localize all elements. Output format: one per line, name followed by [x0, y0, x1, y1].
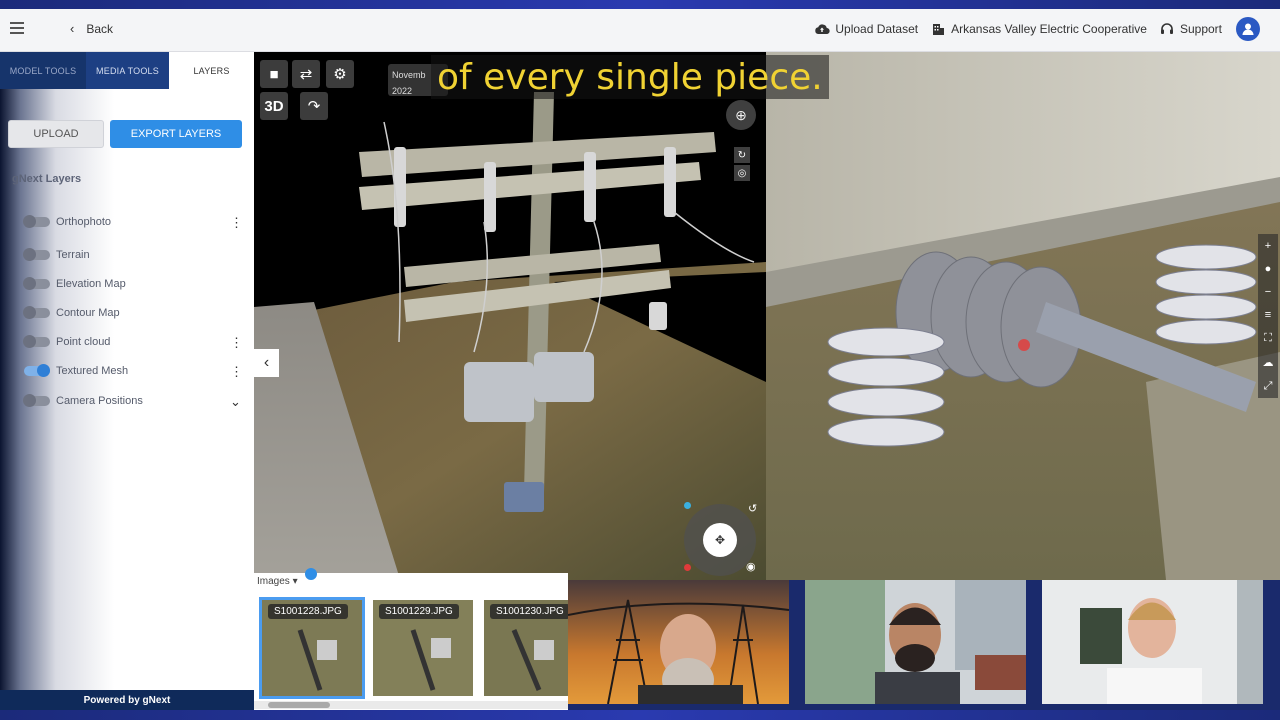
images-strip: Images ▾ S1001228.JPG S1001229.JPG S1001…: [254, 568, 584, 710]
video-participant-2: [805, 580, 1026, 704]
more-vertical-icon[interactable]: ⋮: [230, 365, 243, 378]
filter-badge-icon[interactable]: [305, 568, 317, 580]
eye-icon[interactable]: ◉: [746, 560, 756, 573]
window-frame-bottom: [0, 710, 1280, 720]
back-label: Back: [86, 21, 114, 36]
thumbnail-scrollbar[interactable]: [254, 701, 568, 709]
upload-dataset-button[interactable]: Upload Dataset: [814, 21, 918, 37]
fullscreen-icon[interactable]: ⛶: [1264, 332, 1272, 345]
collapse-sidebar-button[interactable]: ‹: [254, 349, 279, 377]
export-layers-button[interactable]: EXPORT LAYERS: [110, 120, 242, 148]
layer-toggle[interactable]: [23, 335, 50, 348]
image-toolbar: + ● − ≡ ⛶ ☁ ⤢: [1258, 234, 1278, 398]
circle-icon[interactable]: ●: [1265, 263, 1272, 275]
layer-label: Textured Mesh: [56, 365, 129, 377]
cloud-icon[interactable]: ☁: [1263, 356, 1274, 369]
redo-arrow-icon[interactable]: ↷: [300, 92, 328, 120]
video-caption: of every single piece.: [431, 55, 829, 99]
upload-dataset-label: Upload Dataset: [835, 22, 919, 36]
layer-camera-positions: Camera Positions ⌄: [23, 392, 241, 410]
more-vertical-icon[interactable]: ⋮: [230, 336, 243, 349]
cloud-upload-icon: [814, 21, 831, 37]
images-dropdown-label: Images: [257, 576, 290, 587]
support-button[interactable]: Support: [1159, 21, 1222, 37]
thumbnail-filename: S1001230.JPG: [490, 604, 570, 619]
tab-media-tools[interactable]: MEDIA TOOLS: [86, 52, 169, 89]
zoom-in-icon[interactable]: +: [1265, 240, 1271, 252]
thumbnail-filename: S1001228.JPG: [268, 604, 348, 619]
3d-mode-toggle[interactable]: 3D: [260, 92, 288, 120]
layers-sidebar: MODEL TOOLS MEDIA TOOLS LAYERS UPLOAD EX…: [0, 52, 254, 710]
chevron-left-icon: ‹: [70, 21, 75, 36]
zoom-out-icon[interactable]: −: [1265, 286, 1271, 298]
reset-view-icon[interactable]: ◎: [734, 165, 750, 181]
back-button[interactable]: ‹ Back: [70, 21, 113, 36]
layer-toggle[interactable]: [23, 248, 50, 261]
top-bar: ‹ Back Upload Dataset Arkansas Valley El…: [0, 9, 1280, 52]
layer-toggle[interactable]: [23, 277, 50, 290]
tab-layers[interactable]: LAYERS: [169, 52, 254, 89]
sidebar-tabs: MODEL TOOLS MEDIA TOOLS LAYERS: [0, 52, 254, 89]
video-participant-1: [568, 580, 789, 704]
video-participant-3: [1042, 580, 1263, 704]
upload-button[interactable]: UPLOAD: [8, 120, 104, 148]
layers-heading: gNext Layers: [12, 173, 82, 185]
layer-orthophoto: Orthophoto ⋮: [23, 213, 243, 231]
layer-contour-map: Contour Map: [23, 304, 240, 322]
window-frame-top: [0, 0, 1280, 9]
swap-arrows-icon[interactable]: ⇄: [292, 60, 320, 88]
participant-video-feed: [1042, 580, 1263, 704]
caret-down-icon: ▾: [292, 576, 298, 587]
rotate-icon[interactable]: ↻: [734, 147, 750, 163]
sliders-icon[interactable]: ≡: [1265, 309, 1271, 321]
dot-marker-icon: [684, 564, 691, 571]
organization-selector[interactable]: Arkansas Valley Electric Cooperative: [930, 21, 1147, 37]
layer-label: Elevation Map: [56, 278, 126, 290]
layer-elevation-map: Elevation Map: [23, 275, 240, 293]
user-avatar-icon[interactable]: [1236, 17, 1260, 41]
undo-icon[interactable]: ↺: [748, 502, 757, 515]
layer-toggle[interactable]: [24, 364, 50, 377]
building-icon: [930, 21, 946, 37]
image-thumbnail[interactable]: S1001228.JPG: [259, 597, 365, 699]
more-vertical-icon[interactable]: ⋮: [230, 216, 243, 229]
support-label: Support: [1179, 22, 1222, 36]
pole-photo: [766, 52, 1280, 580]
layer-label: Orthophoto: [56, 216, 112, 228]
layer-toggle[interactable]: [23, 306, 50, 319]
layer-toggle[interactable]: [23, 215, 50, 228]
gear-icon[interactable]: ⚙: [326, 60, 354, 88]
layer-label: Point cloud: [56, 336, 111, 348]
chevron-down-icon[interactable]: ⌄: [230, 395, 241, 408]
layer-label: Terrain: [56, 249, 90, 261]
organization-name: Arkansas Valley Electric Cooperative: [951, 22, 1147, 36]
square-select-icon[interactable]: ■: [260, 60, 288, 88]
powered-by-footer: Powered by gNext: [0, 690, 254, 710]
selected-image-viewer[interactable]: [766, 52, 1280, 580]
tab-model-tools[interactable]: MODEL TOOLS: [0, 52, 86, 89]
headset-icon: [1159, 21, 1175, 37]
layer-terrain: Terrain: [23, 246, 240, 264]
participant-video-feed: [568, 580, 789, 704]
thumbnail-filename: S1001229.JPG: [379, 604, 459, 619]
chevron-left-icon: ‹: [263, 354, 270, 371]
menu-icon[interactable]: [10, 22, 24, 34]
image-thumbnail[interactable]: S1001229.JPG: [370, 597, 476, 699]
images-dropdown[interactable]: Images ▾: [257, 576, 298, 587]
fit-screen-icon[interactable]: ⤢: [1264, 380, 1273, 393]
scrollbar-thumb[interactable]: [268, 702, 330, 708]
layer-point-cloud: Point cloud ⋮: [23, 333, 243, 351]
3d-model-viewer[interactable]: ■ ⇄ ⚙ 3D ↷ Novemb 2022 ⊕ ↻ ◎ ✥ ↺ ◉: [254, 52, 766, 592]
participant-video-feed: [805, 580, 1026, 704]
layer-label: Contour Map: [56, 307, 120, 319]
layer-label: Camera Positions: [56, 395, 143, 407]
compass-icon[interactable]: ⊕: [726, 100, 756, 130]
joystick-center[interactable]: ✥: [703, 523, 737, 557]
layer-toggle[interactable]: [23, 394, 50, 407]
dot-marker-icon: [684, 502, 691, 509]
3d-mesh-scene: [254, 92, 766, 592]
layer-textured-mesh: Textured Mesh ⋮: [24, 362, 243, 380]
